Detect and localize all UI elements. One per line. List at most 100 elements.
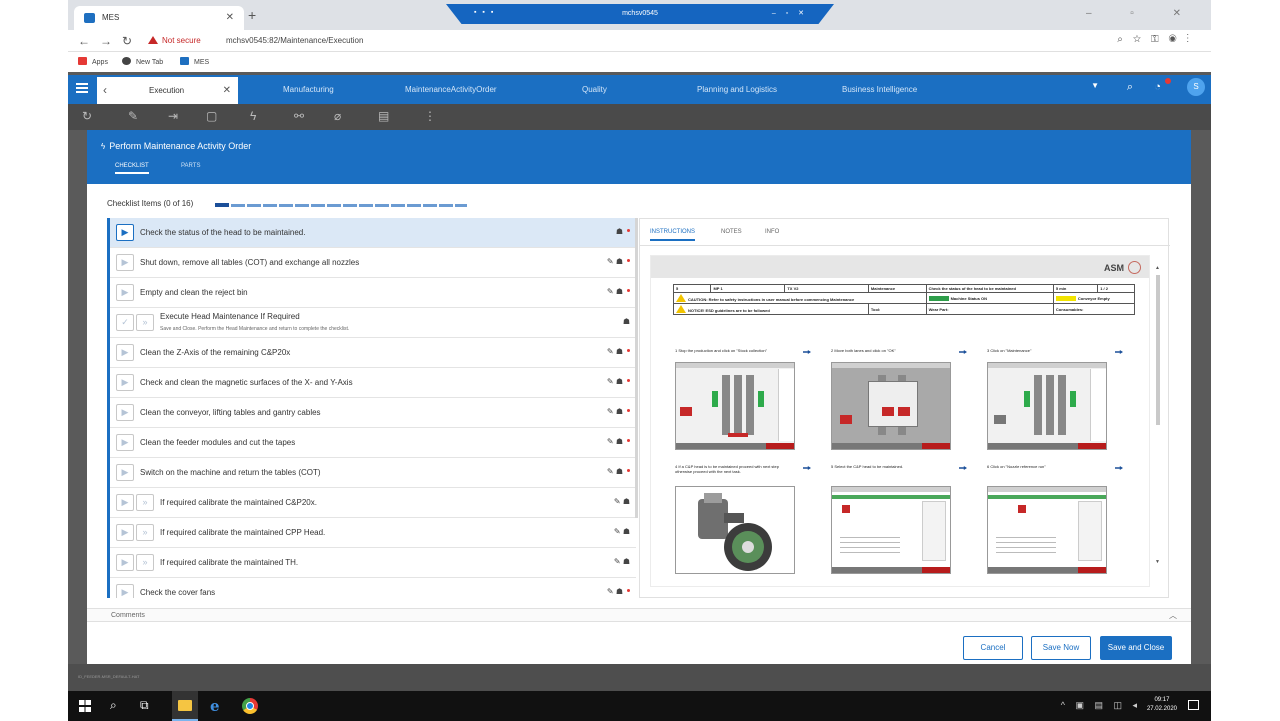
tab-notes[interactable]: NOTES [721,229,742,235]
chevron-up-icon[interactable]: ︿ [1169,610,1177,621]
checklist-item[interactable]: ▶ » If required calibrate the maintained… [110,548,636,578]
file-explorer-icon[interactable] [178,700,192,711]
back-icon[interactable]: ← [78,34,90,48]
play-icon[interactable]: ▶ [116,584,134,598]
required-dot-icon [627,229,630,232]
print-icon[interactable]: ▤ [378,109,389,123]
remote-window-controls[interactable]: – ▫ ✕ [772,9,808,17]
checklist-item[interactable]: ▶ Clean the feeder modules and cut the t… [110,428,636,458]
chevron-down-icon[interactable]: ▼ [1091,81,1099,90]
checklist-item[interactable]: ✓ » Execute Head Maintenance If Required… [110,308,636,338]
forward-icon[interactable]: » [136,314,154,331]
menu-maintenance-activity-order[interactable]: MaintenanceActivityOrder [405,85,497,94]
document-scrollbar[interactable]: ▲ ▼ [1155,265,1161,565]
tab-checklist[interactable]: CHECKLIST [115,163,149,174]
tab-parts[interactable]: PARTS [181,163,200,169]
url-field[interactable]: mchsv0545:82/Maintenance/Execution [226,36,363,45]
document-icon[interactable]: ▢ [206,109,217,123]
play-icon[interactable]: ▶ [116,224,134,241]
execution-tab[interactable]: ‹ Execution ✕ [97,77,238,104]
action-center-icon[interactable] [1188,700,1199,710]
play-icon[interactable]: ▶ [116,554,134,571]
save-and-close-button[interactable]: Save and Close [1100,636,1172,660]
comments-section[interactable]: Comments ︿ [87,608,1191,622]
chrome-browser-icon[interactable] [242,698,258,714]
user-avatar[interactable]: S [1187,78,1205,96]
play-icon[interactable]: ▶ [116,254,134,271]
new-tab-icon[interactable]: + [248,7,256,23]
screenshot-step-5 [831,486,951,574]
checklist-item[interactable]: ▶ Empty and clean the reject bin ✎ ☗ [110,278,636,308]
play-icon[interactable]: ▶ [116,524,134,541]
address-bar-icons[interactable]: ⌕☆⚿◉⋮ [1117,34,1199,45]
menu-planning-logistics[interactable]: Planning and Logistics [697,85,777,94]
windows-start-icon[interactable] [79,700,91,712]
screenshot-menubar [832,487,950,492]
hamburger-menu-icon[interactable] [76,83,88,93]
notification-icon[interactable]: ◔ [1154,81,1161,93]
reload-icon[interactable]: ↻ [122,34,132,48]
menu-business-intelligence[interactable]: Business Intelligence [842,85,917,94]
tab-instructions[interactable]: INSTRUCTIONS [650,229,695,241]
forward-icon[interactable]: → [100,34,112,48]
checklist-scrollbar[interactable] [635,218,638,518]
forward-icon[interactable]: » [136,554,154,571]
attachment-icon[interactable]: ⌀ [334,109,341,123]
checklist-item[interactable]: ▶ Clean the conveyor, lifting tables and… [110,398,636,428]
refresh-icon[interactable]: ↻ [82,109,92,123]
edit-icon[interactable]: ✎ [128,109,138,123]
scroll-up-icon[interactable]: ▲ [1155,265,1160,271]
search-icon[interactable]: ⌕ [1127,81,1133,94]
play-icon[interactable]: ▶ [116,404,134,421]
required-dot-icon [627,439,630,442]
remote-session-bar[interactable]: ▪ ▪ ▪ mchsv0545 – ▫ ✕ [446,4,834,24]
checklist-item[interactable]: ▶ Switch on the machine and return the t… [110,458,636,488]
checklist-item[interactable]: ▶ Clean the Z-Axis of the remaining C&P2… [110,338,636,368]
checklist-item[interactable]: ▶ Shut down, remove all tables (COT) and… [110,248,636,278]
browser-tab[interactable]: MES ✕ [74,6,244,30]
play-icon[interactable]: ▶ [116,434,134,451]
bookmark-mes[interactable]: MES [180,57,209,66]
item-status-icons: ✎ ☗ [613,527,630,536]
scroll-down-icon[interactable]: ▼ [1155,559,1160,565]
checklist-item[interactable]: ▶ » If required calibrate the maintained… [110,488,636,518]
close-icon[interactable]: ✕ [223,85,231,96]
play-icon[interactable]: ▶ [116,374,134,391]
more-icon[interactable]: ⋮ [424,109,436,123]
checklist-item[interactable]: ▶ » If required calibrate the maintained… [110,518,636,548]
play-icon[interactable]: ▶ [116,284,134,301]
scrollbar-thumb[interactable] [1156,275,1160,425]
bookmark-new-tab[interactable]: New Tab [122,57,163,66]
link-icon[interactable]: ⚯ [294,109,304,123]
check-icon[interactable]: ✓ [116,314,134,331]
menu-manufacturing[interactable]: Manufacturing [283,85,334,94]
not-secure-badge[interactable]: Not secure [148,36,201,45]
checklist-item[interactable]: ▶ Check the cover fans ✎ ☗ [110,578,636,598]
task-view-icon[interactable]: ⧉ [140,698,149,713]
tab-info[interactable]: INFO [765,229,779,235]
bookmark-apps[interactable]: Apps [78,57,108,66]
play-icon[interactable]: ▶ [116,494,134,511]
play-icon[interactable]: ▶ [116,344,134,361]
system-tray-icons[interactable]: ^ ▣ ▤ ◫ ◂ [1061,700,1141,711]
checklist-item[interactable]: ▶ Check and clean the magnetic surfaces … [110,368,636,398]
skip-to-end-icon[interactable]: ⇥ [168,109,178,123]
background-status-text: ID_FEEDER-MSR_DEFAULT-HAT [78,674,140,679]
brand-text: ASM [1104,263,1124,273]
edge-browser-icon[interactable]: e [210,697,220,715]
cancel-button[interactable]: Cancel [963,636,1023,660]
taskbar-clock[interactable]: 09:17 27.02.2020 [1147,696,1177,714]
save-now-button[interactable]: Save Now [1031,636,1091,660]
chevron-left-icon[interactable]: ‹ [103,83,107,97]
close-tab-icon[interactable]: ✕ [226,12,234,23]
window-controls[interactable]: – ▫ ✕ [1086,8,1199,19]
screenshot-side-panel [778,369,794,441]
search-icon[interactable]: ⌕ [110,698,117,713]
menu-quality[interactable]: Quality [582,85,607,94]
forward-icon[interactable]: » [136,494,154,511]
play-icon[interactable]: ▶ [116,464,134,481]
lightning-icon[interactable]: ϟ [250,109,256,123]
checklist-item[interactable]: ▶ Check the status of the head to be mai… [110,218,636,248]
bookmarks-bar: Apps New Tab MES [68,52,1211,72]
forward-icon[interactable]: » [136,524,154,541]
